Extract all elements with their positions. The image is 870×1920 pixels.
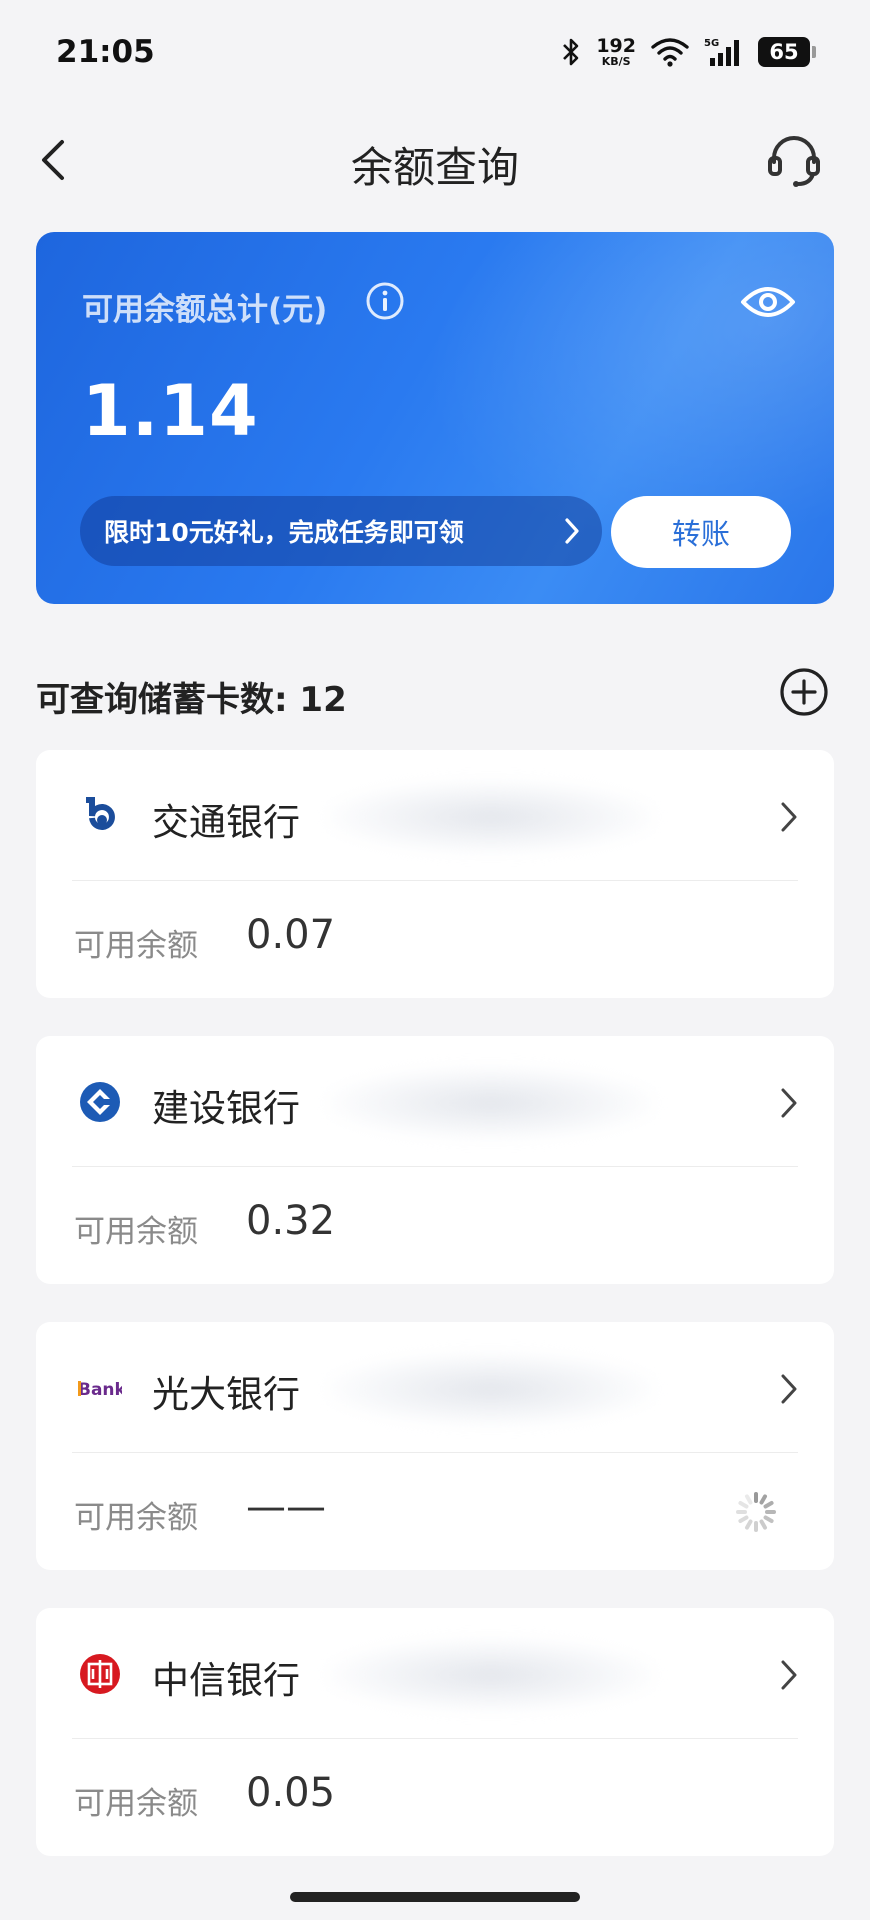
divider: [72, 1738, 798, 1739]
bank-card: Bank 光大银行 可用余额 ——: [36, 1322, 834, 1570]
total-balance-label: 可用余额总计(元): [82, 292, 328, 328]
battery-level: 65: [769, 40, 799, 64]
total-balance-amount: 1.14: [82, 370, 259, 452]
bank-card: 中信银行 可用余额 0.05: [36, 1608, 834, 1856]
headset-icon: [768, 136, 820, 187]
balance-value: ——: [246, 1484, 326, 1530]
balance-value: 0.07: [246, 912, 336, 958]
bank-card: 建设银行 可用余额 0.32: [36, 1036, 834, 1284]
balance-label: 可用余额: [74, 1786, 198, 1822]
masked-account-number: [326, 1352, 656, 1426]
bank-card: 交通银行 可用余额 0.07: [36, 750, 834, 998]
network-type-label: 5G: [704, 38, 719, 49]
balance-label: 可用余额: [74, 1500, 198, 1536]
bank-card-header[interactable]: 建设银行: [36, 1036, 834, 1166]
chevron-right-icon: [781, 1660, 797, 1690]
divider: [72, 1166, 798, 1167]
network-speed-value: 192: [596, 35, 636, 57]
status-bar: 21:05 192 KB/S 5G 65: [0, 0, 870, 110]
divider: [72, 1452, 798, 1453]
chevron-right-icon: [781, 802, 797, 832]
network-speed: 192 KB/S: [596, 35, 636, 68]
status-time: 21:05: [56, 34, 155, 70]
add-card-button[interactable]: [778, 666, 830, 718]
page-title: 余额查询: [350, 143, 519, 192]
bank-name: 中信银行: [152, 1659, 300, 1702]
bank-name: 交通银行: [152, 801, 300, 844]
balance-value: 0.32: [246, 1198, 336, 1244]
ceb-logo-text: Bank: [78, 1380, 122, 1400]
eye-icon[interactable]: [740, 282, 796, 322]
bank-card-header[interactable]: Bank 光大银行: [36, 1322, 834, 1452]
citic-logo: [80, 1654, 120, 1694]
ccb-logo: [80, 1082, 120, 1122]
nav-bar: 余额查询: [0, 110, 870, 210]
bank-card-header[interactable]: 交通银行: [36, 750, 834, 880]
masked-account-number: [326, 780, 656, 854]
divider: [72, 880, 798, 881]
customer-service-button[interactable]: [762, 128, 826, 192]
ceb-logo: Bank: [78, 1380, 122, 1400]
bluetooth-icon: [563, 38, 579, 66]
cellular-signal-icon: 5G: [704, 38, 739, 66]
balance-label: 可用余额: [74, 928, 198, 964]
bankcomm-logo: [86, 797, 115, 830]
promo-text: 限时10元好礼，完成任务即可领: [104, 518, 464, 547]
balance-value: 0.05: [246, 1770, 336, 1816]
wifi-icon: [651, 38, 689, 67]
chevron-right-icon: [781, 1088, 797, 1118]
balance-card: 可用余额总计(元) 1.14 限时10元好礼，完成任务即可领 转账: [36, 232, 834, 604]
info-icon[interactable]: [364, 280, 406, 322]
status-icons: 192 KB/S 5G 65: [560, 35, 816, 68]
section-header: 可查询储蓄卡数: 12: [0, 660, 870, 730]
promo-banner[interactable]: 限时10元好礼，完成任务即可领: [80, 496, 602, 566]
battery-icon: 65: [758, 37, 816, 67]
balance-label: 可用余额: [74, 1214, 198, 1250]
bank-name: 光大银行: [152, 1373, 300, 1416]
masked-account-number: [326, 1638, 656, 1712]
network-speed-unit: KB/S: [601, 55, 631, 68]
chevron-right-icon: [781, 1374, 797, 1404]
home-indicator[interactable]: [290, 1892, 580, 1902]
loading-spinner-icon: [736, 1492, 776, 1532]
masked-account-number: [326, 1066, 656, 1140]
bank-name: 建设银行: [152, 1087, 300, 1130]
transfer-button[interactable]: 转账: [611, 496, 791, 568]
bank-card-header[interactable]: 中信银行: [36, 1608, 834, 1738]
chevron-right-icon: [565, 518, 579, 544]
plus-circle-icon: [780, 668, 828, 716]
card-count-label: 可查询储蓄卡数: 12: [36, 680, 347, 720]
